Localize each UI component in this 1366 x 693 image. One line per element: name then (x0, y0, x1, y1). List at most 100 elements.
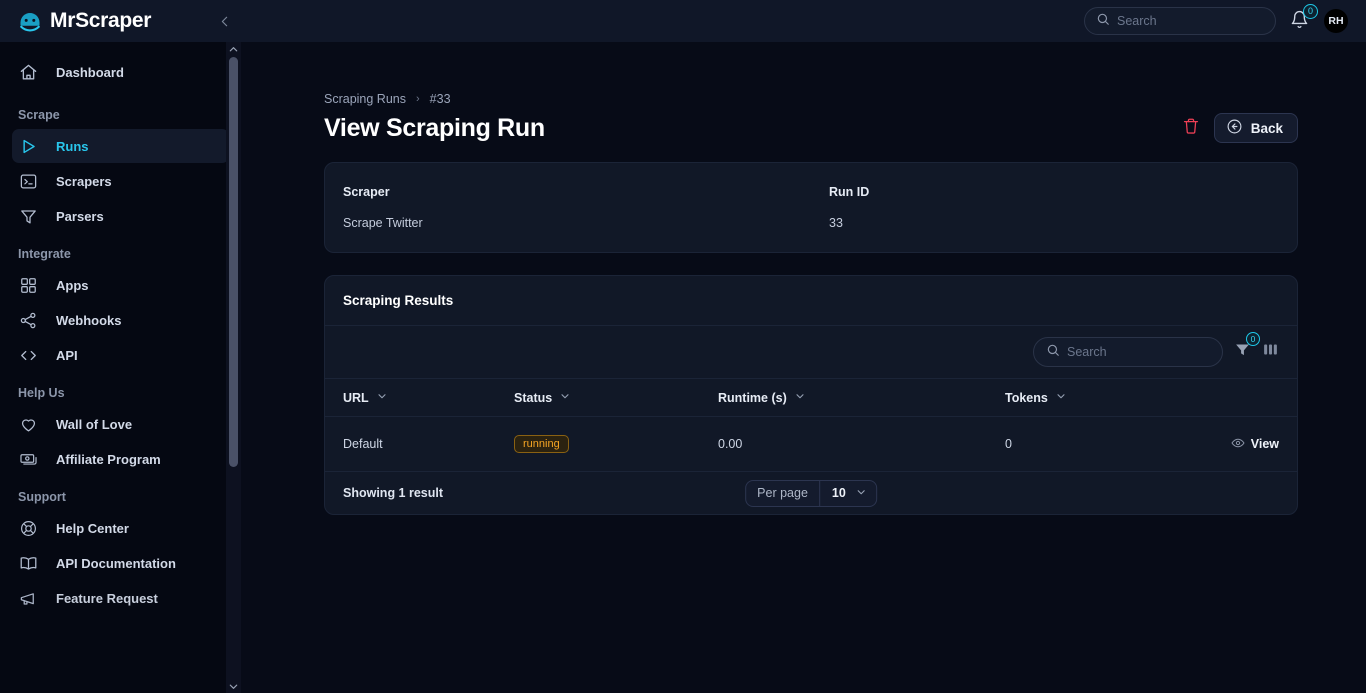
cell-url: Default (343, 437, 383, 451)
per-page-value: 10 (831, 486, 846, 500)
column-header-label: URL (343, 390, 369, 405)
results-table-head: URL Status Runtime (s) Tokens (325, 378, 1297, 417)
grid-icon (19, 276, 38, 295)
global-search[interactable] (1084, 7, 1276, 35)
sidebar-item-apps[interactable]: Apps (12, 268, 229, 302)
terminal-icon (19, 172, 38, 191)
sidebar-item-dashboard[interactable]: Dashboard (12, 55, 229, 89)
column-header-url[interactable]: URL (325, 378, 514, 417)
scraping-results-card: Scraping Results 0 (324, 275, 1298, 515)
chevron-down-icon (376, 390, 388, 405)
sidebar-section-scrape: Scrape (18, 108, 60, 122)
chevron-down-icon (855, 486, 867, 501)
scraper-field: Scraper Scrape Twitter (343, 185, 829, 230)
sidebar-item-parsers[interactable]: Parsers (12, 199, 229, 233)
back-button[interactable]: Back (1213, 113, 1298, 143)
delete-run-button[interactable] (1182, 117, 1200, 140)
per-page-value-wrap[interactable]: 10 (820, 481, 876, 506)
scroll-up-arrow-icon[interactable] (228, 42, 239, 56)
cell-status: running (514, 417, 718, 472)
book-icon (19, 554, 38, 573)
column-header-tokens[interactable]: Tokens (1005, 378, 1223, 417)
avatar[interactable]: RH (1324, 9, 1348, 33)
sidebar-item-label: API Documentation (56, 555, 176, 571)
back-button-label: Back (1250, 120, 1283, 136)
page-actions: Back (1182, 113, 1298, 143)
results-search-input[interactable] (1067, 345, 1210, 359)
search-icon (1096, 12, 1110, 31)
cell-tokens: 0 (1005, 437, 1012, 451)
column-header-label: Runtime (s) (718, 390, 787, 405)
sidebar-item-webhooks[interactable]: Webhooks (12, 303, 229, 337)
page-title: View Scraping Run (324, 113, 545, 142)
sidebar-item-api[interactable]: API (12, 338, 229, 372)
sidebar-item-label: Dashboard (56, 64, 124, 80)
sidebar-scrollbar[interactable] (226, 42, 241, 693)
sidebar-item-label: Feature Request (56, 590, 158, 606)
column-header-status[interactable]: Status (514, 378, 718, 417)
filter-button[interactable]: 0 (1234, 332, 1260, 363)
search-icon (1046, 343, 1060, 362)
bell-icon (1290, 10, 1309, 33)
notification-badge: 0 (1303, 4, 1318, 19)
status-badge: running (514, 435, 569, 453)
sidebar-item-label: Help Center (56, 520, 129, 536)
breadcrumb-parent[interactable]: Scraping Runs (324, 92, 406, 106)
results-search[interactable] (1033, 337, 1223, 367)
run-info-grid: Scraper Scrape Twitter Run ID 33 (343, 185, 1279, 230)
sidebar-item-label: Scrapers (56, 173, 112, 189)
results-heading: Scraping Results (325, 276, 1297, 326)
showing-count: Showing 1 result (343, 486, 444, 500)
sidebar-item-feature-request[interactable]: Feature Request (12, 581, 229, 615)
sidebar-item-help-center[interactable]: Help Center (12, 511, 229, 545)
home-icon (19, 63, 38, 82)
sidebar-item-runs[interactable]: Runs (12, 129, 229, 163)
sidebar-item-label: Parsers (56, 208, 104, 224)
cell-actions: View (1223, 417, 1297, 472)
results-table: URL Status Runtime (s) Tokens Default ru… (325, 378, 1297, 471)
scrollbar-thumb[interactable] (229, 57, 238, 467)
breadcrumb-current: #33 (429, 92, 451, 106)
results-toolbar: 0 (325, 326, 1297, 378)
view-result-button[interactable]: View (1231, 436, 1279, 453)
megaphone-icon (19, 589, 38, 608)
sidebar-item-wall-of-love[interactable]: Wall of Love (12, 407, 229, 441)
sidebar-item-label: API (56, 347, 78, 363)
scraper-mask-icon (17, 8, 43, 34)
lifebuoy-icon (19, 519, 38, 538)
columns-button[interactable] (1262, 341, 1279, 363)
per-page-selector[interactable]: Per page 10 (745, 479, 877, 507)
share-nodes-icon (19, 311, 38, 330)
scraper-value: Scrape Twitter (343, 216, 423, 230)
sidebar-item-label: Runs (56, 138, 89, 154)
notifications-button[interactable]: 0 (1290, 4, 1318, 33)
sidebar-item-affiliate-program[interactable]: Affiliate Program (12, 442, 229, 476)
sidebar-item-scrapers[interactable]: Scrapers (12, 164, 229, 198)
sidebar: Dashboard Scrape Runs Scrapers Parsers I… (0, 42, 241, 693)
sidebar-section-support: Support (18, 490, 66, 504)
trash-icon (1182, 117, 1200, 140)
per-page-label: Per page (746, 480, 820, 506)
arrow-left-circle-icon (1226, 118, 1243, 138)
run-id-value: 33 (829, 216, 843, 230)
sidebar-item-label: Wall of Love (56, 416, 133, 432)
scroll-down-arrow-icon[interactable] (228, 679, 239, 693)
run-id-label: Run ID (829, 185, 870, 199)
sidebar-item-api-documentation[interactable]: API Documentation (12, 546, 229, 580)
columns-icon (1262, 341, 1279, 363)
brand-name: MrScraper (50, 9, 152, 32)
table-row: Default running 0.00 0 View (325, 417, 1297, 472)
run-id-field: Run ID 33 (829, 185, 1279, 230)
brand[interactable]: MrScraper (0, 8, 203, 34)
column-header-label: Tokens (1005, 390, 1048, 405)
filter-count-badge: 0 (1246, 332, 1260, 346)
sidebar-item-label: Webhooks (56, 312, 122, 328)
breadcrumb-separator-icon: › (416, 93, 420, 105)
chevron-left-icon[interactable] (211, 8, 237, 34)
column-header-label: Status (514, 390, 553, 405)
search-input[interactable] (1117, 14, 1264, 28)
column-header-runtime[interactable]: Runtime (s) (718, 378, 1005, 417)
results-table-body: Default running 0.00 0 View (325, 417, 1297, 472)
page-header: View Scraping Run Back (324, 113, 1298, 143)
sidebar-section-help-us: Help Us (18, 386, 65, 400)
